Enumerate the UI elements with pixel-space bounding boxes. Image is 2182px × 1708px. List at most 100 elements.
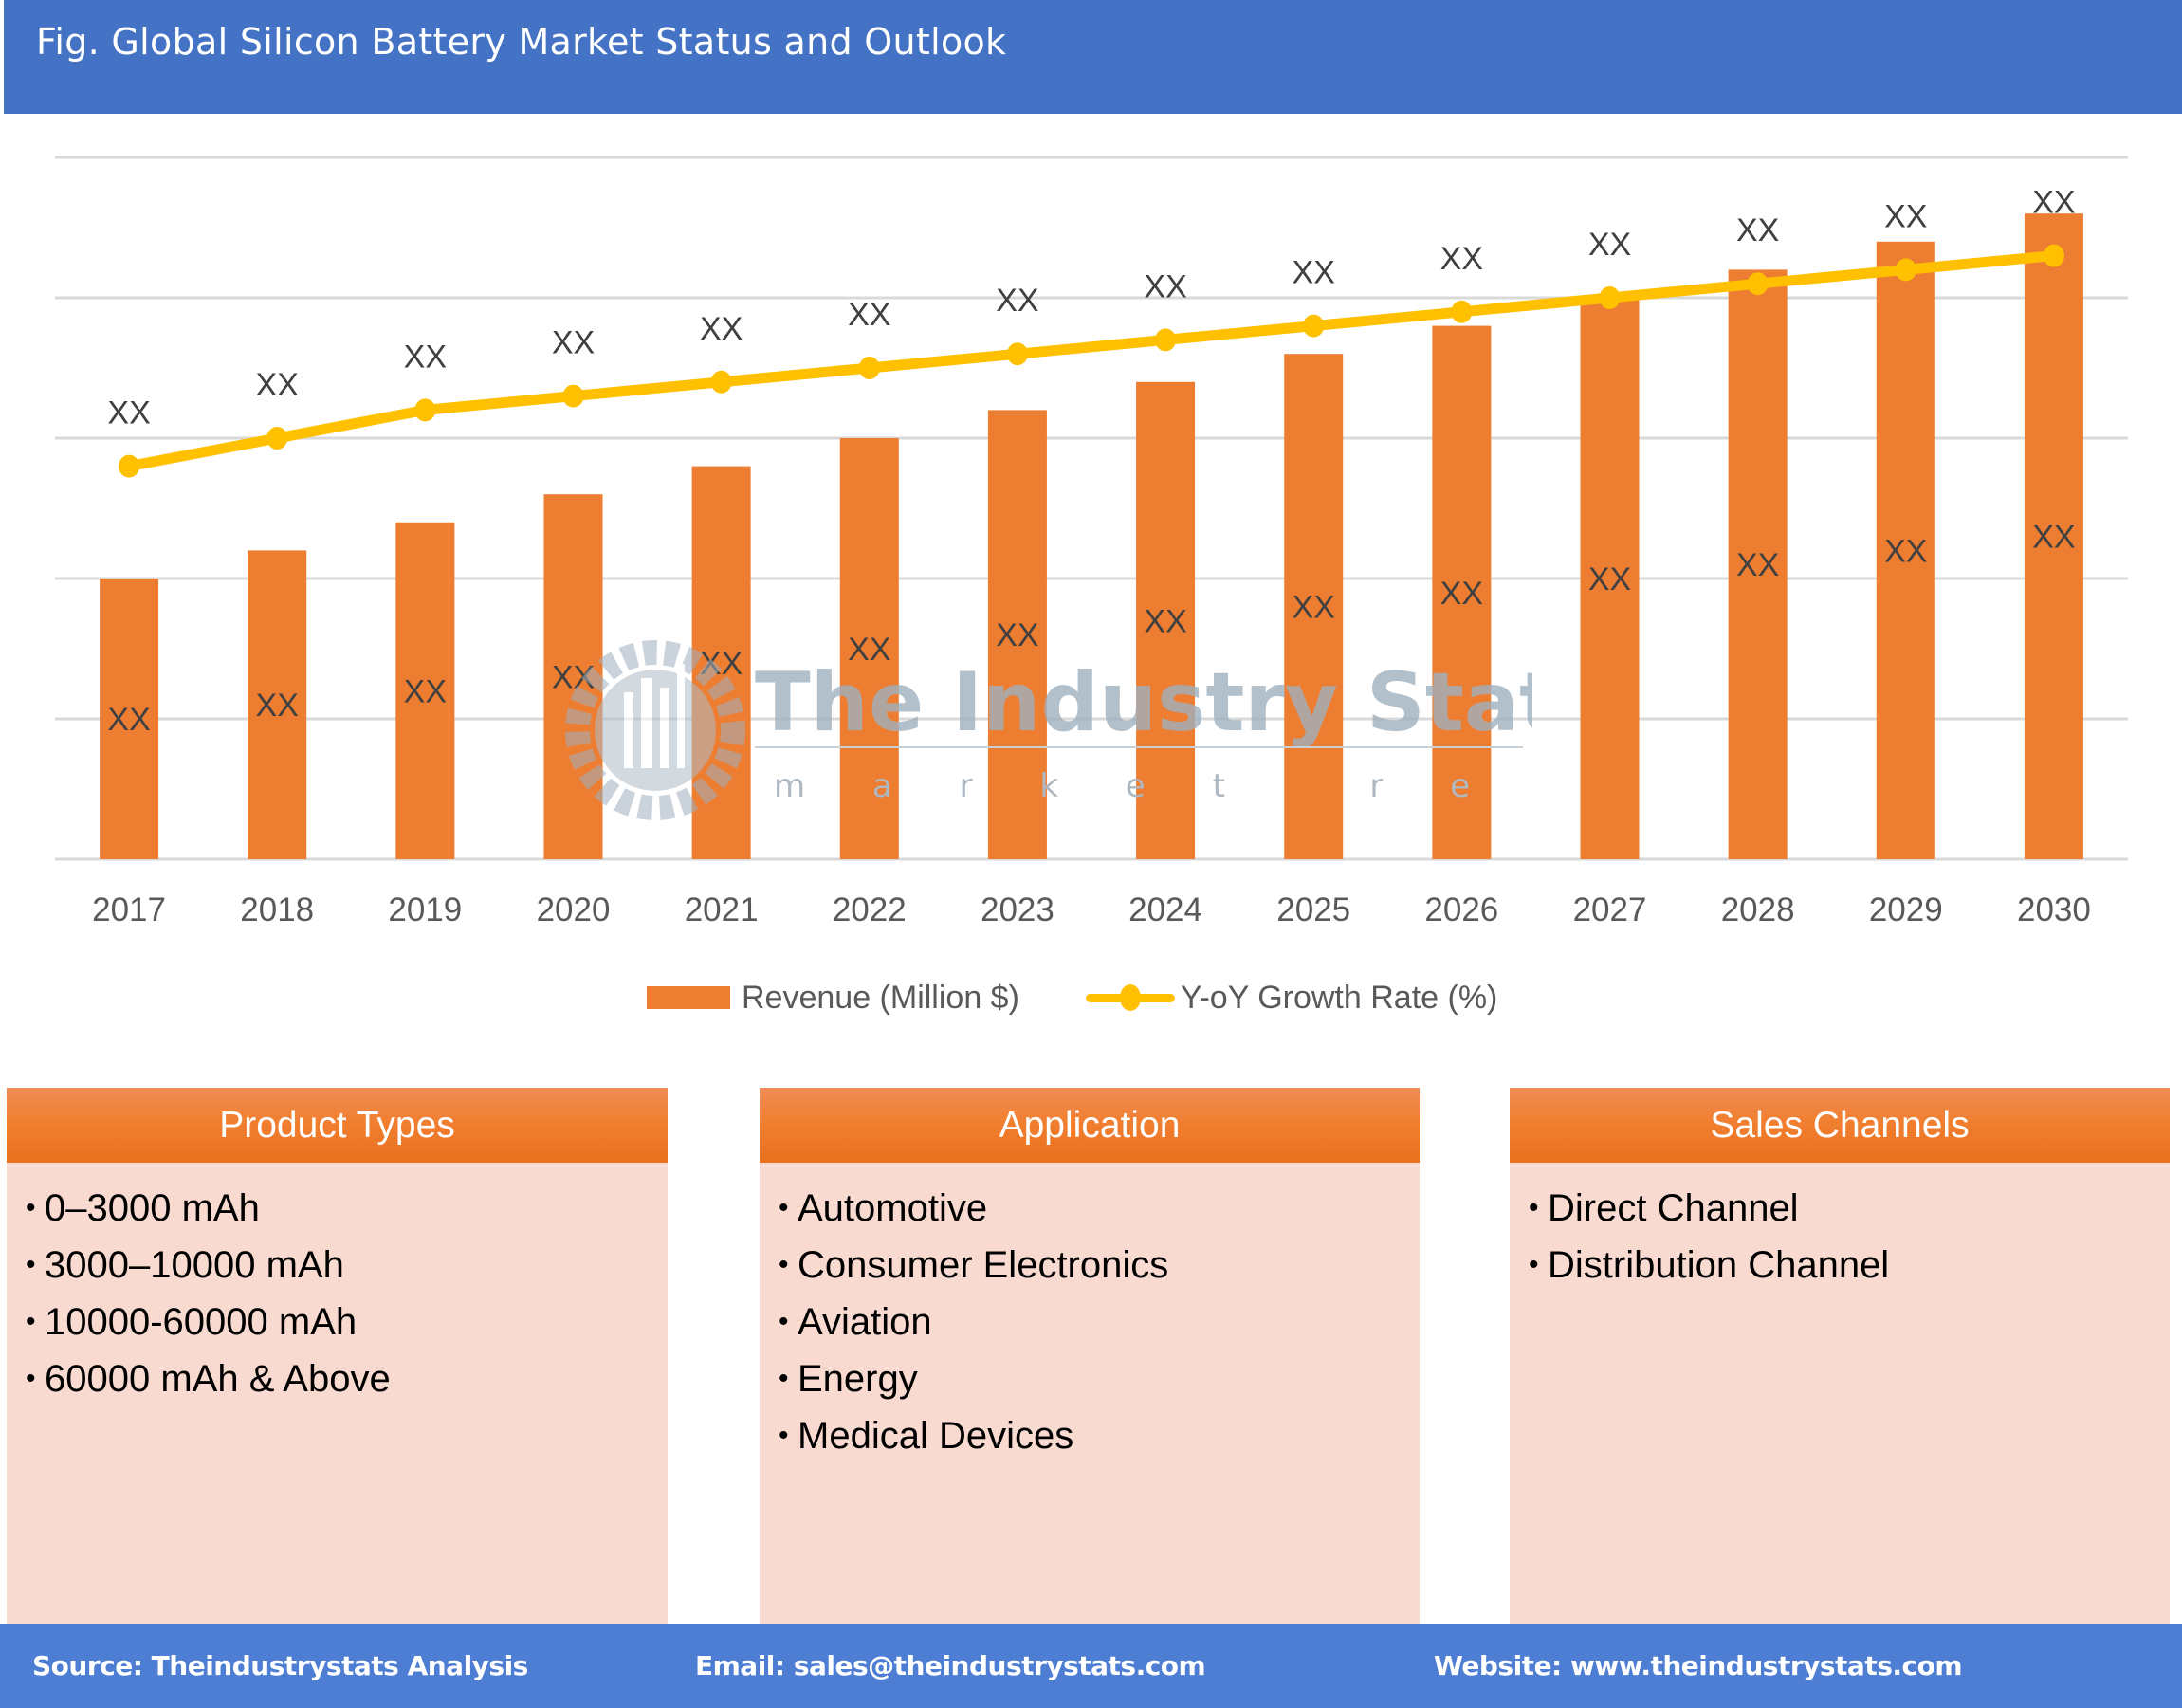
page-title: Fig. Global Silicon Battery Market Statu… — [36, 21, 1007, 63]
panel-header: Application — [760, 1088, 1420, 1163]
panel-list: • Automotive • Consumer Electronics • Aviatio… — [760, 1163, 1420, 1464]
growth-data-label: XX — [996, 283, 1038, 319]
bullet-icon: • — [26, 1249, 36, 1280]
footer-source: Source: Theindustrystats Analysis — [32, 1650, 528, 1681]
legend-bar-swatch-icon — [647, 986, 730, 1009]
growth-data-label: XX — [1588, 227, 1631, 263]
revenue-data-label: XX — [256, 688, 299, 724]
x-tick-label: 2017 — [92, 891, 166, 928]
growth-line-point — [414, 398, 436, 422]
growth-data-label: XX — [1440, 241, 1483, 277]
revenue-data-label: XX — [552, 660, 595, 696]
panel-application: Application • Automotive • Consumer Electro… — [760, 1088, 1420, 1624]
gridlines — [55, 156, 2128, 861]
panel-list: • Direct Channel • Distribution Channel — [1510, 1163, 2170, 1294]
footer: Source: Theindustrystats Analysis Email:… — [0, 1624, 2182, 1708]
revenue-data-label: XX — [1884, 533, 1927, 569]
chart-legend: Revenue (Million $) Y-oY Growth Rate (%) — [647, 977, 1564, 1019]
list-item-label: Consumer Electronics — [798, 1244, 1169, 1286]
x-tick-label: 2028 — [1721, 891, 1795, 928]
growth-line-point — [1006, 342, 1028, 366]
revenue-data-label: XX — [1293, 590, 1335, 626]
list-item-label: 0–3000 mAh — [45, 1187, 260, 1229]
list-item: • Consumer Electronics — [779, 1237, 1420, 1294]
growth-data-label: XX — [700, 311, 743, 347]
growth-data-label: XX — [1736, 212, 1779, 248]
bullet-icon: • — [1529, 1192, 1539, 1223]
bullet-icon: • — [779, 1420, 789, 1451]
revenue-data-label: XX — [700, 646, 743, 682]
list-item: • 60000 mAh & Above — [26, 1350, 668, 1407]
x-tick-label: 2027 — [1573, 891, 1647, 928]
growth-data-label: XX — [552, 325, 595, 361]
growth-line-point — [1451, 300, 1473, 323]
bullet-icon: • — [26, 1363, 36, 1394]
bullet-icon: • — [779, 1363, 789, 1394]
panel-header: Sales Channels — [1510, 1088, 2170, 1163]
list-item-label: Direct Channel — [1548, 1187, 1799, 1229]
growth-data-label: XX — [404, 339, 447, 375]
growth-line-point — [562, 384, 584, 408]
panel-product-types: Product Types • 0–3000 mAh • 3000–10000 mAh… — [7, 1088, 668, 1624]
panel-header: Product Types — [7, 1088, 668, 1163]
list-item: • 10000-60000 mAh — [26, 1294, 668, 1350]
x-tick-label: 2019 — [388, 891, 462, 928]
legend-line-marker-icon — [1085, 983, 1175, 1012]
bullet-icon: • — [779, 1192, 789, 1223]
chart: XX XX XX XX XX XX XX XX XX XX XX XX XX XX XX XX XX XX XX X… — [55, 156, 2128, 928]
revenue-bars — [100, 213, 2083, 860]
growth-line-point — [1155, 328, 1177, 352]
list-item-label: 10000-60000 mAh — [45, 1301, 358, 1343]
revenue-data-label: XX — [1440, 576, 1483, 612]
panel-list: • 0–3000 mAh • 3000–10000 mAh • 10000-60000 m… — [7, 1163, 668, 1407]
x-tick-label: 2020 — [537, 891, 611, 928]
growth-data-label: XX — [848, 297, 890, 333]
x-tick-label: 2029 — [1869, 891, 1943, 928]
revenue-data-label: XX — [848, 632, 890, 668]
title-bar: Fig. Global Silicon Battery Market Statu… — [4, 0, 2182, 114]
x-tick-label: 2021 — [685, 891, 759, 928]
list-item: • 0–3000 mAh — [26, 1180, 668, 1237]
growth-line-point — [1747, 272, 1769, 296]
list-item: • Energy — [779, 1350, 1420, 1407]
x-tick-label: 2022 — [833, 891, 907, 928]
x-tick-label: 2023 — [981, 891, 1054, 928]
list-item: • Direct Channel — [1529, 1180, 2170, 1237]
bullet-icon: • — [26, 1192, 36, 1223]
list-item: • Distribution Channel — [1529, 1237, 2170, 1294]
x-tick-label: 2025 — [1276, 891, 1350, 928]
growth-data-label: XX — [256, 367, 299, 403]
list-item-label: Energy — [798, 1358, 918, 1400]
growth-data-label: XX — [1884, 198, 1927, 234]
revenue-data-label: XX — [1736, 547, 1779, 583]
bullet-icon: • — [26, 1306, 36, 1337]
footer-email[interactable]: Email: sales@theindustrystats.com — [695, 1650, 1206, 1681]
list-item-label: Automotive — [798, 1187, 988, 1229]
growth-data-label: XX — [2032, 185, 2075, 221]
x-axis-tick-labels: 2017 2018 2019 2020 2021 2022 2023 2024 2025 2026… — [92, 891, 2091, 928]
legend-item-revenue: Revenue (Million $) — [647, 980, 1019, 1017]
bullet-icon: • — [779, 1249, 789, 1280]
growth-data-label: XX — [107, 395, 150, 432]
revenue-data-label: XX — [2032, 520, 2075, 556]
growth-line-point — [1599, 286, 1621, 309]
revenue-data-label: XX — [107, 702, 150, 738]
x-tick-label: 2030 — [2017, 891, 2091, 928]
bullet-icon: • — [1529, 1249, 1539, 1280]
legend-item-growth: Y-oY Growth Rate (%) — [1085, 980, 1497, 1017]
legend-label-revenue: Revenue (Million $) — [742, 979, 1019, 1016]
list-item-label: Medical Devices — [798, 1415, 1074, 1457]
revenue-data-label: XX — [404, 673, 447, 709]
list-item-label: Distribution Channel — [1548, 1244, 1890, 1286]
footer-website[interactable]: Website: www.theindustrystats.com — [1434, 1650, 1963, 1681]
list-item-label: 60000 mAh & Above — [45, 1358, 391, 1400]
growth-line-point — [2043, 244, 2064, 267]
list-item: • Automotive — [779, 1180, 1420, 1237]
revenue-data-label: XX — [1588, 561, 1631, 597]
panel-sales-channels: Sales Channels • Direct Channel • Distribut… — [1510, 1088, 2170, 1624]
growth-line-point — [119, 454, 140, 478]
growth-line-point — [710, 370, 732, 394]
list-item-label: Aviation — [798, 1301, 932, 1343]
bullet-icon: • — [779, 1306, 789, 1337]
growth-line-point — [858, 357, 880, 379]
